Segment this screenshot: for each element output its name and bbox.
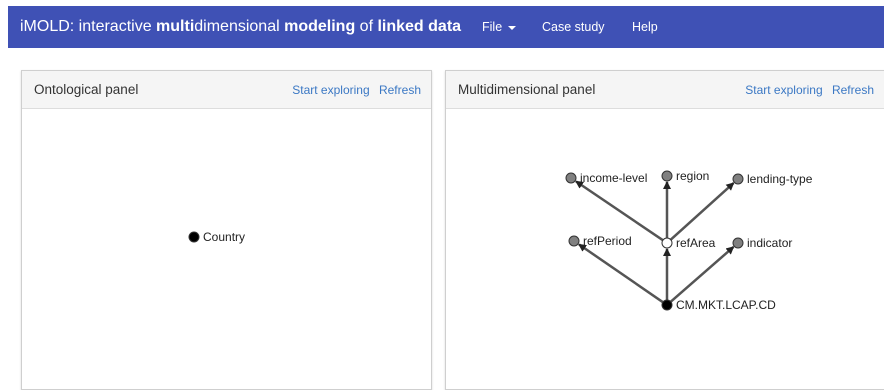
graph-edge-cm-mkt-lcap-cd-refPeriod [578,243,664,304]
graph-node-circle[interactable] [661,237,673,249]
multidimensional-panel-title: Multidimensional panel [458,82,596,97]
ontological-panel-title: Ontological panel [34,82,139,97]
graph-node-cm-mkt-lcap-cd[interactable]: CM.MKT.LCAP.CD [661,298,776,312]
case-study-link[interactable]: Case study [542,6,605,48]
graph-node-country[interactable]: Country [188,230,245,244]
graph-node-label: refArea [676,236,716,250]
title-part: iMOLD: [20,18,79,35]
multidimensional-panel-header: Multidimensional panel Start exploring R… [446,71,884,109]
graph-node-circle[interactable] [565,172,577,184]
graph-node-label: region [676,169,709,183]
title-part: of [355,18,378,35]
caret-down-icon [508,25,517,30]
ontological-graph-area[interactable]: Country [22,109,431,389]
ontological-panel: Ontological panel Start exploring Refres… [21,70,432,390]
ontological-refresh-link[interactable]: Refresh [379,83,421,97]
graph-node-circle[interactable] [661,170,673,182]
title-part: data [428,18,462,35]
file-menu[interactable]: File [482,6,517,48]
title-part: modeling [284,18,356,35]
graph-node-circle[interactable] [188,231,200,243]
graph-node-label: refPeriod [583,234,632,248]
graph-node-lending-type[interactable]: lending-type [732,172,813,186]
graph-node-indicator[interactable]: indicator [732,236,792,250]
ontological-panel-actions: Start exploring Refresh [292,71,421,109]
graph-node-refPeriod[interactable]: refPeriod [568,234,632,248]
graph-edge-cm-mkt-lcap-cd-indicator [669,246,735,303]
multidimensional-panel: Multidimensional panel Start exploring R… [445,70,884,390]
multidimensional-graph-area[interactable]: income-level region lending-type refPeriod r… [446,109,884,389]
help-label: Help [632,20,658,34]
title-part: dimensional [194,18,280,35]
multidimensional-start-exploring-link[interactable]: Start exploring [745,83,822,97]
graph-edge-refArea-income-level [575,180,664,242]
graph-node-label: CM.MKT.LCAP.CD [676,298,776,312]
ontological-panel-header: Ontological panel Start exploring Refres… [22,71,431,109]
graph-node-circle[interactable] [568,235,580,247]
help-link[interactable]: Help [632,6,658,48]
case-study-label: Case study [542,20,605,34]
graph-edge-refArea-lending-type [669,182,735,241]
ontological-start-exploring-link[interactable]: Start exploring [292,83,369,97]
app-title[interactable]: iMOLD: interactive multidimensional mode… [20,6,461,48]
graph-node-label: income-level [580,171,647,185]
top-navbar: iMOLD: interactive multidimensional mode… [8,6,884,48]
multidimensional-panel-actions: Start exploring Refresh [745,71,874,109]
graph-node-label: lending-type [747,172,813,186]
title-part: linked [377,18,424,35]
ontological-graph[interactable]: Country [22,109,431,389]
multidimensional-refresh-link[interactable]: Refresh [832,83,874,97]
graph-node-circle[interactable] [732,237,744,249]
graph-node-region[interactable]: region [661,169,709,183]
graph-node-circle[interactable] [732,173,744,185]
title-part: interactive [78,18,152,35]
title-part: multi [156,18,195,35]
multidimensional-graph[interactable]: income-level region lending-type refPeriod r… [446,109,884,389]
graph-node-circle[interactable] [661,299,673,311]
graph-node-label: indicator [747,236,792,250]
file-menu-label: File [482,20,503,34]
graph-node-label: Country [203,230,245,244]
graph-node-refArea[interactable]: refArea [661,236,716,250]
